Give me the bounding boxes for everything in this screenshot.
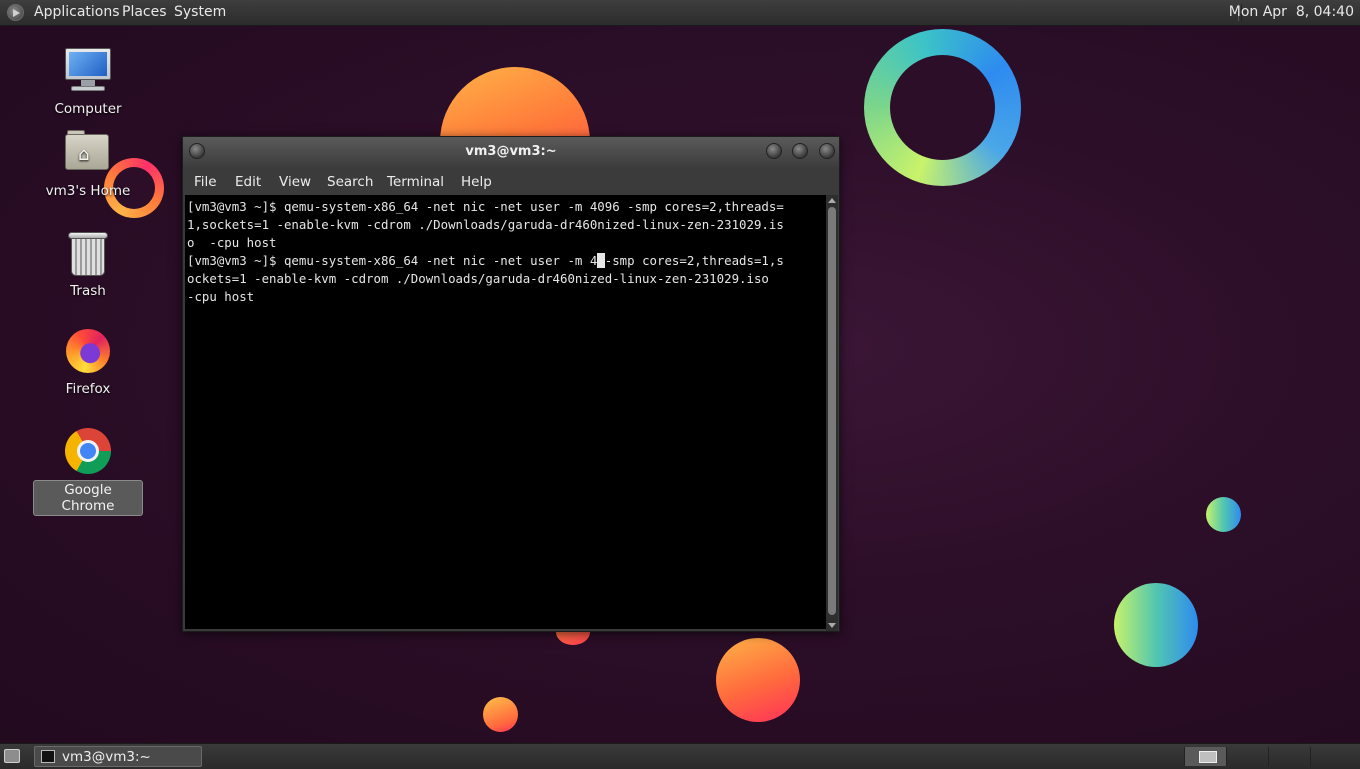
menu-edit[interactable]: Edit xyxy=(235,174,261,190)
menu-help[interactable]: Help xyxy=(461,174,492,190)
chrome-icon xyxy=(63,426,113,476)
terminal-title: vm3@vm3:~ xyxy=(465,144,557,159)
workspace-2[interactable] xyxy=(1226,747,1268,766)
terminal-menubar: File Edit View Search Terminal Help xyxy=(183,167,839,195)
terminal-text: [vm3@vm3 ~]$ qemu-system-x86_64 -net nic… xyxy=(187,253,598,268)
top-panel: Applications Places System Mon Apr 8, 04… xyxy=(0,0,1360,26)
terminal-text: -smp cores=2,threads=1,s xyxy=(604,253,784,268)
workspace-window-thumbnail xyxy=(1199,751,1217,763)
desktop-icon-home[interactable]: ⌂ vm3's Home xyxy=(33,128,143,200)
scroll-down-icon[interactable] xyxy=(828,623,836,628)
terminal-line: 1,sockets=1 -enable-kvm -cdrom ./Downloa… xyxy=(187,217,784,232)
terminal-line: o -cpu host xyxy=(187,235,277,250)
workspace-4[interactable] xyxy=(1310,747,1352,766)
terminal-line: -cpu host xyxy=(187,289,255,304)
wallpaper-orange-circle xyxy=(716,638,800,722)
minimize-button[interactable] xyxy=(766,143,782,159)
desktop-icon-label: Trash xyxy=(70,283,106,299)
desktop-icon-label: Google Chrome xyxy=(33,480,143,516)
menu-view[interactable]: View xyxy=(279,174,311,190)
workspace-1[interactable] xyxy=(1184,747,1226,766)
workspace-3[interactable] xyxy=(1268,747,1310,766)
clock[interactable]: Mon Apr 8, 04:40 xyxy=(1229,4,1354,20)
terminal-window[interactable]: vm3@vm3:~ File Edit View Search Terminal… xyxy=(182,136,840,632)
taskbar-button-label: vm3@vm3:~ xyxy=(62,749,151,765)
firefox-icon xyxy=(63,326,113,376)
terminal-titlebar[interactable]: vm3@vm3:~ xyxy=(183,137,839,167)
menu-file[interactable]: File xyxy=(194,174,217,190)
applications-menu[interactable]: Applications xyxy=(34,4,120,20)
text-cursor xyxy=(597,253,605,268)
maximize-button[interactable] xyxy=(792,143,808,159)
desktop-icon-computer[interactable]: Computer xyxy=(33,46,143,118)
computer-icon xyxy=(63,46,113,96)
home-folder-icon: ⌂ xyxy=(63,128,113,178)
terminal-line: ockets=1 -enable-kvm -cdrom ./Downloads/… xyxy=(187,271,769,286)
terminal-line: [vm3@vm3 ~]$ qemu-system-x86_64 -net nic… xyxy=(187,199,784,214)
desktop-icon-label: Firefox xyxy=(65,381,111,397)
wallpaper-orange-circle xyxy=(483,697,518,732)
scroll-up-icon[interactable] xyxy=(828,198,836,203)
menu-search[interactable]: Search xyxy=(327,174,373,190)
terminal-icon xyxy=(41,750,55,763)
terminal-scrollbar[interactable] xyxy=(826,195,838,631)
desktop-icon-trash[interactable]: Trash xyxy=(33,228,143,300)
wallpaper-blue-circle xyxy=(1114,583,1198,667)
wallpaper-blue-circle xyxy=(1206,497,1241,532)
menu-terminal[interactable]: Terminal xyxy=(387,174,444,190)
desktop-icon-label: Computer xyxy=(54,101,122,117)
wallpaper-ring xyxy=(864,29,1021,186)
terminal-content[interactable]: [vm3@vm3 ~]$ qemu-system-x86_64 -net nic… xyxy=(185,195,826,629)
system-menu[interactable]: System xyxy=(174,4,226,20)
desktop-icon-chrome[interactable]: Google Chrome xyxy=(33,426,143,516)
taskbar-button-terminal[interactable]: vm3@vm3:~ xyxy=(34,746,202,767)
scrollbar-thumb[interactable] xyxy=(828,207,836,615)
close-button[interactable] xyxy=(819,143,835,159)
show-desktop-icon[interactable] xyxy=(4,749,20,763)
bottom-panel: vm3@vm3:~ xyxy=(0,743,1360,769)
places-menu[interactable]: Places xyxy=(122,4,167,20)
desktop-icon-label: vm3's Home xyxy=(45,183,131,199)
trash-icon xyxy=(63,228,113,278)
distro-logo-icon[interactable] xyxy=(7,4,24,21)
terminal-line: [vm3@vm3 ~]$ qemu-system-x86_64 -net nic… xyxy=(187,252,784,270)
desktop-icon-firefox[interactable]: Firefox xyxy=(33,326,143,398)
